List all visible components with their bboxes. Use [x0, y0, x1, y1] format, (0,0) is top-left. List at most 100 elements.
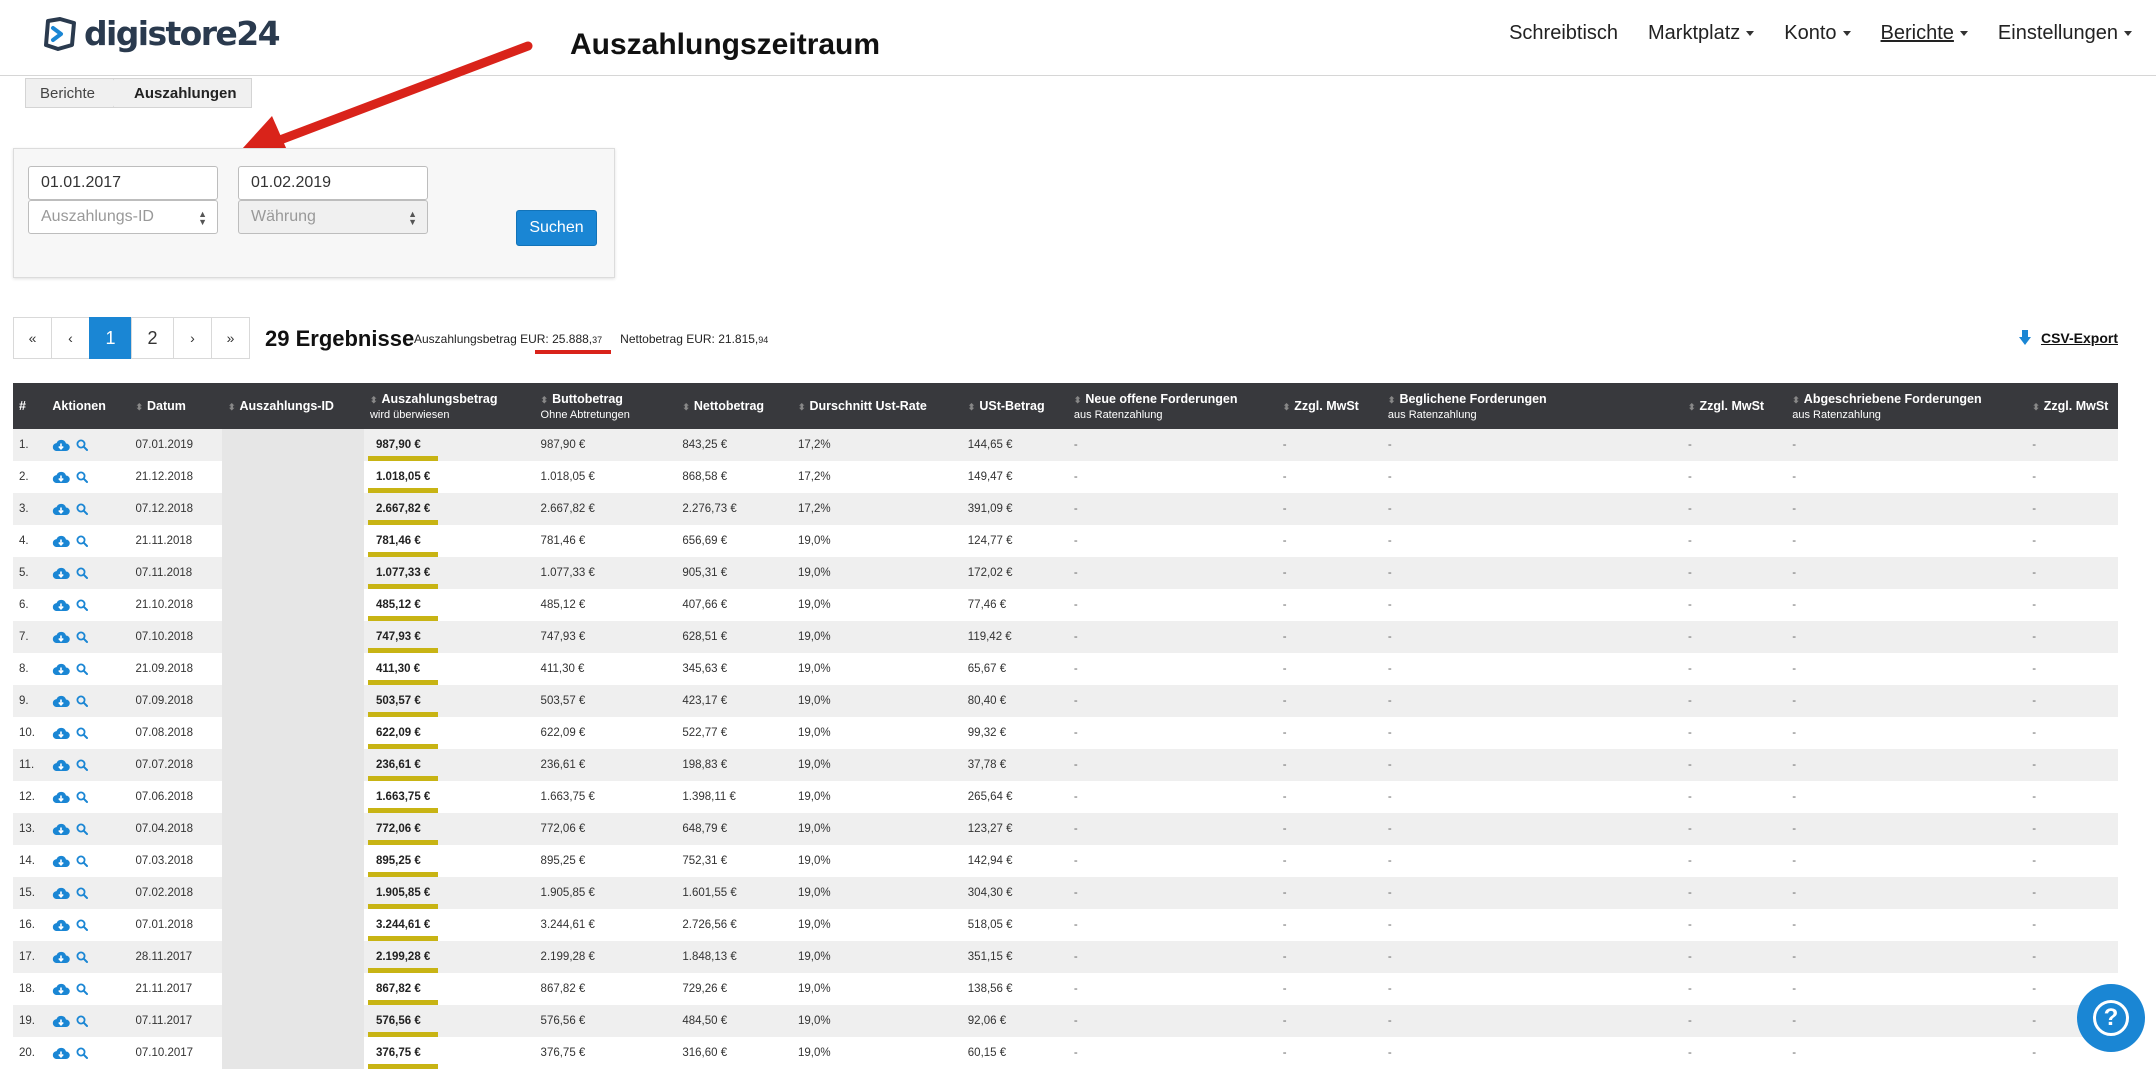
- search-icon[interactable]: [76, 439, 89, 451]
- empty-cell: -: [2032, 855, 2037, 867]
- cloud-download-icon[interactable]: [52, 663, 71, 676]
- payout-id-input[interactable]: Auszahlungs-ID ▲ ▼: [28, 200, 218, 234]
- table-header-row: # Aktionen ⬍ Datum ⬍ Auszahlungs-ID ⬍ Auszahlun…: [13, 383, 2118, 429]
- cloud-download-icon[interactable]: [52, 567, 71, 580]
- cloud-download-icon[interactable]: [52, 439, 71, 452]
- nav-einstellungen[interactable]: Einstellungen: [1998, 22, 2132, 45]
- payout-amount: 747,93 €: [375, 631, 421, 643]
- nav-berichte[interactable]: Berichte: [1881, 22, 1968, 45]
- search-icon[interactable]: [76, 535, 89, 547]
- cloud-download-icon[interactable]: [52, 1015, 71, 1028]
- page-2-button[interactable]: 2: [131, 317, 174, 359]
- vat-rate-cell: 19,0%: [797, 919, 831, 931]
- cloud-download-icon[interactable]: [52, 855, 71, 868]
- brand-logo[interactable]: digistore24: [40, 14, 281, 53]
- search-icon[interactable]: [76, 1015, 89, 1027]
- date-cell: 07.10.2017: [135, 1047, 194, 1059]
- cloud-download-icon[interactable]: [52, 887, 71, 900]
- payout-amount: 867,82 €: [375, 983, 421, 995]
- column-header-label: Buttobetrag: [552, 391, 623, 406]
- page-prev-button[interactable]: ‹: [51, 317, 90, 359]
- search-icon[interactable]: [76, 887, 89, 899]
- nav-schreibtisch[interactable]: Schreibtisch: [1509, 22, 1618, 45]
- column-header[interactable]: ⬍ Datum: [129, 383, 221, 429]
- column-header[interactable]: ⬍ USt-Betrag: [962, 383, 1068, 429]
- row-actions: [46, 877, 129, 909]
- page-first-button[interactable]: «: [13, 317, 52, 359]
- search-icon[interactable]: [76, 1047, 89, 1059]
- column-header[interactable]: ⬍ Zzgl. MwSt: [2026, 383, 2118, 429]
- cloud-download-icon[interactable]: [52, 471, 71, 484]
- search-icon[interactable]: [76, 695, 89, 707]
- table-row: 13. 07.04.2018 772,06 € 772,06 € 648,79 € 19,…: [13, 813, 2118, 845]
- search-icon[interactable]: [76, 855, 89, 867]
- page-next-button[interactable]: ›: [173, 317, 212, 359]
- column-header[interactable]: ⬍ Zzgl. MwSt: [1682, 383, 1786, 429]
- page-last-button[interactable]: »: [211, 317, 250, 359]
- cloud-download-icon[interactable]: [52, 823, 71, 836]
- breadcrumb-berichte[interactable]: Berichte: [25, 78, 123, 108]
- brand-name: digistore24: [84, 14, 281, 53]
- column-header[interactable]: ⬍ Beglichene Forderungen aus Ratenzahlung: [1382, 383, 1682, 429]
- column-header[interactable]: ⬍ Zzgl. MwSt: [1277, 383, 1382, 429]
- nav-konto[interactable]: Konto: [1784, 22, 1851, 45]
- help-button[interactable]: ?: [2077, 984, 2145, 1052]
- gross-amount-cell: 622,09 €: [540, 727, 586, 739]
- column-header[interactable]: ⬍ Nettobetrag: [676, 383, 792, 429]
- search-icon[interactable]: [76, 791, 89, 803]
- search-icon[interactable]: [76, 919, 89, 931]
- cloud-download-icon[interactable]: [52, 951, 71, 964]
- search-icon[interactable]: [76, 727, 89, 739]
- cloud-download-icon[interactable]: [52, 919, 71, 932]
- payout-amount-cell: 3.244,61 €: [364, 909, 535, 941]
- cloud-download-icon[interactable]: [52, 791, 71, 804]
- cloud-download-icon[interactable]: [52, 503, 71, 516]
- column-header[interactable]: ⬍ Buttobetrag Ohne Abtretungen: [535, 383, 677, 429]
- payout-amount-cell: 1.663,75 €: [364, 781, 535, 813]
- cloud-download-icon[interactable]: [52, 535, 71, 548]
- search-icon[interactable]: [76, 983, 89, 995]
- gross-amount-cell: 895,25 €: [540, 855, 586, 867]
- csv-export-link[interactable]: CSV-Export: [2018, 330, 2118, 346]
- search-icon[interactable]: [76, 599, 89, 611]
- search-button[interactable]: Suchen: [516, 210, 597, 246]
- search-icon[interactable]: [76, 823, 89, 835]
- search-icon[interactable]: [76, 759, 89, 771]
- payout-id-cell: [221, 557, 364, 589]
- net-amount-cell: 843,25 €: [682, 439, 728, 451]
- table-body: 1. 07.01.2019 987,90 € 987,90 € 843,25 € 17,2…: [13, 429, 2118, 1069]
- cloud-download-icon[interactable]: [52, 695, 71, 708]
- cloud-download-icon[interactable]: [52, 631, 71, 644]
- net-total-cents: 94: [758, 335, 769, 345]
- empty-cell: -: [1073, 951, 1078, 963]
- search-icon[interactable]: [76, 663, 89, 675]
- column-header[interactable]: ⬍ Neue offene Forderungen aus Ratenzahlung: [1068, 383, 1277, 429]
- date-to-input[interactable]: 01.02.2019: [238, 166, 428, 200]
- cloud-download-icon[interactable]: [52, 1047, 71, 1060]
- actions-group: [52, 1015, 123, 1028]
- row-actions: [46, 781, 129, 813]
- page-1-button[interactable]: 1: [89, 317, 132, 359]
- search-icon[interactable]: [76, 951, 89, 963]
- empty-cell: -: [1687, 791, 1692, 803]
- search-icon[interactable]: [76, 567, 89, 579]
- cloud-download-icon[interactable]: [52, 727, 71, 740]
- search-icon[interactable]: [76, 471, 89, 483]
- column-header[interactable]: ⬍ Auszahlungsbetrag wird überwiesen: [364, 383, 535, 429]
- cloud-download-icon[interactable]: [52, 759, 71, 772]
- column-header[interactable]: ⬍ Auszahlungs-ID: [222, 383, 364, 429]
- empty-cell: -: [1387, 1015, 1392, 1027]
- search-icon[interactable]: [76, 631, 89, 643]
- column-header[interactable]: ⬍ Durschnitt Ust-Rate: [792, 383, 962, 429]
- cloud-download-icon[interactable]: [52, 599, 71, 612]
- gross-amount-cell: 1.077,33 €: [540, 567, 595, 579]
- cloud-download-icon[interactable]: [52, 983, 71, 996]
- stepper-icon[interactable]: ▲ ▼: [198, 210, 207, 227]
- date-from-input[interactable]: 01.01.2017: [28, 166, 218, 200]
- search-icon[interactable]: [76, 503, 89, 515]
- currency-select[interactable]: Währung ▲ ▼: [238, 200, 428, 234]
- empty-cell: -: [1073, 535, 1078, 547]
- sort-icon: ⬍: [1687, 402, 1696, 412]
- column-header[interactable]: ⬍ Abgeschriebene Forderungen aus Ratenzahl…: [1786, 383, 2026, 429]
- nav-marktplatz[interactable]: Marktplatz: [1648, 22, 1755, 45]
